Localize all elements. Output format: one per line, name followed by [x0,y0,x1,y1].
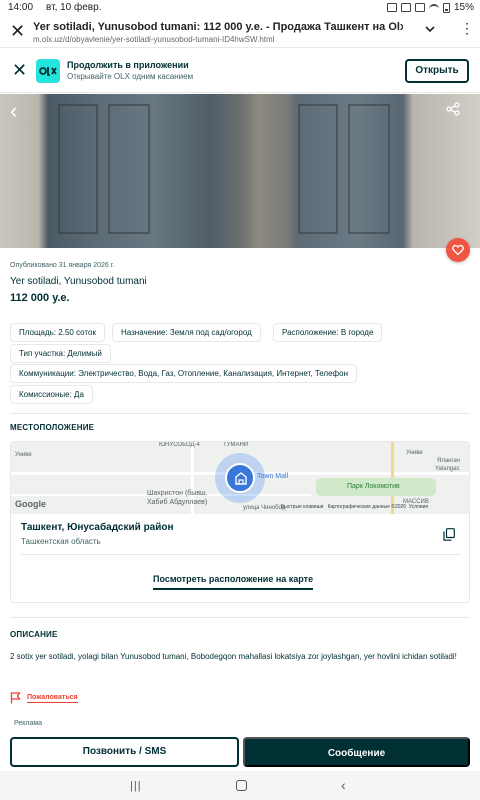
map-label: Парк Локомотив [347,483,400,490]
location-city: Ташкент, Юнусабадский район [21,522,174,533]
map-label: Униве [15,452,32,458]
map-data-credit: Картографические данные ©2026 [327,504,407,510]
close-tab-icon[interactable]: ✕ [10,22,25,40]
gate-panel [348,104,390,234]
location-heading: МЕСТОПОЛОЖЕНИЕ [10,423,95,432]
map-pin [225,463,255,493]
map-label: Ялангач [437,458,460,464]
flag-icon [10,692,21,704]
map-footer: Быстрые клавиши Картографические данные … [281,504,428,510]
gate-panel [298,104,338,234]
status-icons: 15% [386,2,474,13]
map-shortcuts-link[interactable]: Быстрые клавиши [281,504,323,510]
mute-icon [414,3,425,12]
param-chip: Тип участка: Делимый [10,344,111,363]
page-url: m.olx.uz/d/obyavlenie/yer-sotiladi-yunus… [33,35,275,44]
map-terms-link[interactable]: Условия [409,504,428,510]
location-card: ЮНУСОБОД-4 ТУМАНИ Униве Униве Ялангач Ya… [10,441,470,603]
home-icon[interactable] [236,780,247,791]
description-text: 2 sotix yer sotiladi, yolagi bilan Yunus… [10,652,457,661]
app-banner: ✕ Продолжить в приложении Открывайте OLX… [0,49,480,93]
action-bar: Позвонить / SMS Сообщение [0,731,480,771]
notification-icon [400,3,411,12]
banner-title: Продолжить в приложении [67,60,189,70]
status-date: вт, 10 февр. [46,2,102,13]
divider [21,554,461,555]
description-heading: ОПИСАНИЕ [10,630,58,639]
more-menu-icon[interactable]: ⋮ [460,21,474,35]
banner-subtitle: Открывайте OLX одним касанием [67,72,194,81]
advert-label: Реклама [14,720,43,727]
param-chip: Площадь: 2.50 соток [10,323,105,342]
system-nav-bar: ||| ‹ [0,771,480,800]
house-icon [235,472,247,485]
copy-icon[interactable] [443,528,455,541]
wifi-icon [428,3,439,12]
published-date: Опубликовано 31 января 2026 г. [10,262,115,269]
param-chip: Расположение: В городе [273,323,383,342]
listing-price: 112 000 у.е. [10,292,70,304]
gate-panel [108,104,150,234]
share-icon[interactable] [446,102,460,116]
heart-icon [452,244,464,256]
back-arrow-icon[interactable]: ‹ [10,98,17,124]
map-label: Yalangac [435,466,460,472]
recent-apps-icon[interactable]: ||| [130,780,142,792]
call-sms-button[interactable]: Позвонить / SMS [10,737,239,767]
gate-panel [58,104,98,234]
battery-icon [442,2,450,13]
map-label: ЮНУСОБОД-4 [159,442,200,448]
message-button[interactable]: Сообщение [243,737,470,767]
param-chip: Комиссионые: Да [10,385,93,404]
divider [10,617,470,618]
map-preview[interactable]: ЮНУСОБОД-4 ТУМАНИ Униве Униве Ялангач Ya… [11,442,469,514]
status-bar: 14:00 вт, 10 февр. 15% [0,0,480,16]
close-banner-icon[interactable]: ✕ [12,61,27,79]
map-label: улица Чинобод [243,505,286,511]
screenshot-icon [386,3,397,12]
back-icon[interactable]: ‹ [341,777,346,793]
listing-title: Yer sotiladi, Yunusobod tumani [10,276,147,287]
report-link[interactable]: Пожаловаться [10,692,78,704]
browser-toolbar: ✕ Yer sotiladi, Yunusobod tumani: 112 00… [0,16,480,48]
open-app-button[interactable]: Открыть [405,59,469,83]
favorite-button[interactable] [446,238,470,262]
param-chip: Коммуникации: Электричество, Вода, Газ, … [10,364,357,383]
map-label: ТУМАНИ [223,442,249,448]
chevron-down-icon[interactable] [424,23,436,38]
view-on-map-link[interactable]: Посмотреть расположение на карте [153,574,314,590]
location-region: Ташкентская область [21,537,101,546]
battery-percent: 15% [453,2,474,13]
listing-photo[interactable]: ‹ [0,94,480,248]
map-label: Хабиб Абдуллаев) [147,499,208,506]
param-chip: Назначение: Земля под сад/огород [112,323,261,342]
map-label: Шахристон (бывш. [147,490,208,497]
map-label: Униве [406,450,423,456]
page-title: Yer sotiladi, Yunusobod tumani: 112 000 … [33,21,403,33]
google-logo: Google [15,499,46,509]
report-label: Пожаловаться [27,693,78,703]
olx-logo [36,59,60,83]
divider [10,413,470,414]
status-time: 14:00 [8,2,34,13]
